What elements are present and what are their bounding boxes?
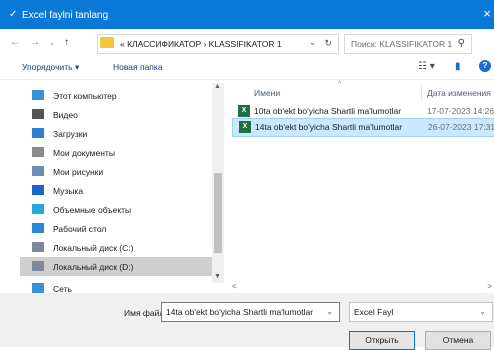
sidebar-item[interactable]: Музыка <box>20 181 212 200</box>
column-separator[interactable] <box>421 85 422 101</box>
excel-file-icon: X <box>239 121 251 133</box>
file-name: 10ta ob'ekt bo'yicha Shartli ma'lumotlar <box>254 106 402 116</box>
bottom-panel: Имя файла: 14ta ob'ekt bo'yicha Shartli … <box>0 293 494 350</box>
chevron-down-icon[interactable]: ⌄ <box>309 38 316 47</box>
download-icon <box>32 128 44 138</box>
sidebar-item[interactable]: Мои документы <box>20 143 212 162</box>
music-icon <box>32 185 44 195</box>
scroll-down-icon[interactable]: ▼ <box>214 273 221 280</box>
sidebar-item[interactable]: Видео <box>20 105 212 124</box>
address-bar[interactable]: « КЛАССИФИКАТОР › KLASSIFIKATOR 1 ⌄ ↻ <box>97 34 339 54</box>
scroll-left-icon[interactable]: < <box>232 282 237 291</box>
search-placeholder: Поиск: KLASSIFIKATOR 1 <box>351 39 453 49</box>
open-button[interactable]: Открыть <box>349 331 415 350</box>
drive-c-icon <box>32 242 44 252</box>
horizontal-scrollbar[interactable]: < > <box>226 282 494 293</box>
video-icon <box>32 109 44 119</box>
chevron-down-icon[interactable]: ⌄ <box>326 307 333 316</box>
close-icon[interactable]: × <box>480 6 494 21</box>
toolbar: Упорядочить ▾ Новая папка ☷ ▾ ▮ ? <box>0 57 494 80</box>
cancel-button[interactable]: Отмена <box>425 331 491 350</box>
sidebar-item-label: Музыка <box>53 186 84 196</box>
sidebar-item-label: Мои рисунки <box>53 167 104 177</box>
sidebar-item[interactable]: Мои рисунки <box>20 162 212 181</box>
column-name-header[interactable]: Имени <box>254 88 280 98</box>
search-input[interactable]: Поиск: KLASSIFIKATOR 1 ⚲ <box>344 34 472 54</box>
app-icon: ✓ <box>9 9 18 20</box>
sidebar-item-label: Локальный диск (D:) <box>53 262 134 272</box>
filename-input[interactable]: 14ta ob'ekt bo'yicha Shartli ma'lumotlar… <box>161 302 340 322</box>
address-row: ← → ⌄ ↑ « КЛАССИФИКАТОР › KLASSIFIKATOR … <box>0 29 494 57</box>
recent-locations-chevron-icon[interactable]: ⌄ <box>49 39 55 47</box>
sort-indicator-icon: ^ <box>338 81 342 88</box>
view-options-icon[interactable]: ☷ ▾ <box>418 61 435 72</box>
file-list-header: ^ Имени Дата изменения <box>226 81 494 103</box>
address-path: « КЛАССИФИКАТОР › KLASSIFIKATOR 1 <box>120 39 282 49</box>
sidebar-item-label: Видео <box>53 110 78 120</box>
up-arrow-icon[interactable]: ↑ <box>64 37 69 48</box>
sidebar-item-label: Этот компьютер <box>53 91 117 101</box>
drive-d-icon <box>32 261 44 271</box>
back-arrow-icon[interactable]: ← <box>10 37 20 48</box>
scroll-right-icon[interactable]: > <box>487 282 492 291</box>
window-title: Excel faylni tanlang <box>22 10 109 21</box>
refresh-icon[interactable]: ↻ <box>324 38 332 49</box>
navigation-pane: Этот компьютер Видео Загрузки Мои документы… <box>20 83 215 294</box>
title-bar: ✓ Excel faylni tanlang × <box>0 0 494 29</box>
pictures-icon <box>32 166 44 176</box>
file-row-selected[interactable]: X 14ta ob'ekt bo'yicha Shartli ma'lumotl… <box>232 118 494 137</box>
organize-button[interactable]: Упорядочить ▾ <box>22 62 79 73</box>
folder-icon <box>100 37 114 48</box>
sidebar-item[interactable]: Объемные объекты <box>20 200 212 219</box>
documents-icon <box>32 147 44 157</box>
computer-icon <box>32 90 44 100</box>
sidebar-item-label: Объемные объекты <box>53 205 132 215</box>
excel-file-icon: X <box>238 105 250 117</box>
sidebar-item[interactable]: Рабочий стол <box>20 219 212 238</box>
sidebar-item[interactable]: Загрузки <box>20 124 212 143</box>
sidebar-item-label: Рабочий стол <box>53 224 107 234</box>
scroll-up-icon[interactable]: ▲ <box>214 83 221 90</box>
column-date-header[interactable]: Дата изменения <box>427 88 491 98</box>
sidebar-item[interactable]: Локальный диск (D:) <box>20 257 212 276</box>
filetype-value: Excel Fayl <box>354 307 394 317</box>
desktop-icon <box>32 223 44 233</box>
chevron-down-icon[interactable]: ⌄ <box>479 307 486 316</box>
sidebar-item-label: Мои документы <box>53 148 115 158</box>
file-name: 14ta ob'ekt bo'yicha Shartli ma'lumotlar <box>255 122 403 132</box>
help-icon[interactable]: ? <box>479 60 491 72</box>
filetype-select[interactable]: Excel Fayl ⌄ <box>349 302 493 322</box>
preview-pane-icon[interactable]: ▮ <box>455 61 461 72</box>
navigation-scrollbar[interactable]: ▲ ▼ <box>212 83 224 283</box>
search-icon: ⚲ <box>457 38 465 49</box>
sidebar-item[interactable]: Локальный диск (C:) <box>20 238 212 257</box>
network-icon <box>32 283 44 293</box>
sidebar-item-label: Загрузки <box>53 129 88 139</box>
new-folder-button[interactable]: Новая папка <box>113 62 163 72</box>
file-date: 26-07-2023 17:31 <box>428 122 494 132</box>
sidebar-item[interactable]: Этот компьютер <box>20 86 212 105</box>
3d-objects-icon <box>32 204 44 214</box>
scroll-thumb[interactable] <box>214 173 222 253</box>
filename-value: 14ta ob'ekt bo'yicha Shartli ma'lumotlar <box>166 307 314 317</box>
file-date: 17-07-2023 14:26 <box>427 106 494 116</box>
forward-arrow-icon[interactable]: → <box>30 37 40 48</box>
sidebar-item-label: Локальный диск (C:) <box>53 243 134 253</box>
